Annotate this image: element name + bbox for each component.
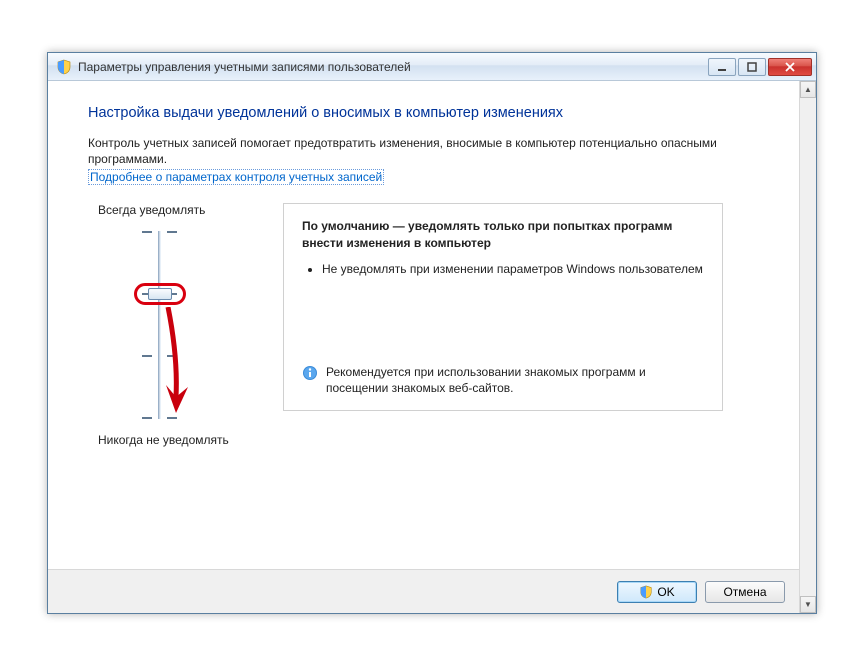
minimize-button[interactable] [708, 58, 736, 76]
slider-column: Всегда уведомлять [88, 203, 253, 447]
slider-label-always: Всегда уведомлять [98, 203, 253, 217]
maximize-icon [747, 62, 757, 72]
minimize-icon [717, 62, 727, 72]
vertical-scrollbar[interactable]: ▲ ▼ [799, 81, 816, 613]
ok-button[interactable]: OK [617, 581, 697, 603]
uac-slider[interactable] [138, 225, 253, 425]
cancel-label: Отмена [723, 585, 766, 599]
info-icon [302, 365, 318, 381]
recommendation-row: Рекомендуется при использовании знакомых… [302, 364, 706, 396]
shield-icon [56, 59, 72, 75]
page-heading: Настройка выдачи уведомлений о вносимых … [88, 105, 759, 121]
content-pane: Настройка выдачи уведомлений о вносимых … [48, 81, 799, 613]
slider-label-never: Никогда не уведомлять [98, 433, 253, 447]
annotation-arrow-icon [162, 307, 202, 413]
slider-section: Всегда уведомлять [88, 203, 759, 447]
close-icon [784, 62, 796, 72]
slider-tick [142, 231, 152, 233]
shield-icon [639, 585, 653, 599]
slider-track [158, 231, 161, 419]
uac-settings-window: Параметры управления учетными записями п… [47, 52, 817, 614]
slider-tick [167, 231, 177, 233]
level-bullet: Не уведомлять при изменении параметров W… [322, 261, 706, 277]
button-bar: OK Отмена [48, 569, 799, 613]
ok-label: OK [657, 585, 674, 599]
scroll-down-button[interactable]: ▼ [800, 596, 816, 613]
slider-tick [142, 355, 152, 357]
slider-tick [167, 417, 177, 419]
close-button[interactable] [768, 58, 812, 76]
slider-thumb[interactable] [148, 288, 172, 300]
slider-tick [167, 355, 177, 357]
window-title: Параметры управления учетными записями п… [78, 60, 708, 74]
cancel-button[interactable]: Отмена [705, 581, 785, 603]
titlebar[interactable]: Параметры управления учетными записями п… [48, 53, 816, 81]
window-controls [708, 58, 812, 76]
level-title: По умолчанию — уведомлять только при поп… [302, 218, 706, 250]
client-area: Настройка выдачи уведомлений о вносимых … [48, 81, 816, 613]
learn-more-link[interactable]: Подробнее о параметрах контроля учетных … [88, 169, 384, 185]
slider-tick [142, 417, 152, 419]
maximize-button[interactable] [738, 58, 766, 76]
level-bullets: Не уведомлять при изменении параметров W… [322, 261, 706, 277]
level-description-box: По умолчанию — уведомлять только при поп… [283, 203, 723, 411]
scroll-up-button[interactable]: ▲ [800, 81, 816, 98]
recommendation-text: Рекомендуется при использовании знакомых… [326, 364, 706, 396]
intro-text: Контроль учетных записей помогает предот… [88, 135, 759, 167]
